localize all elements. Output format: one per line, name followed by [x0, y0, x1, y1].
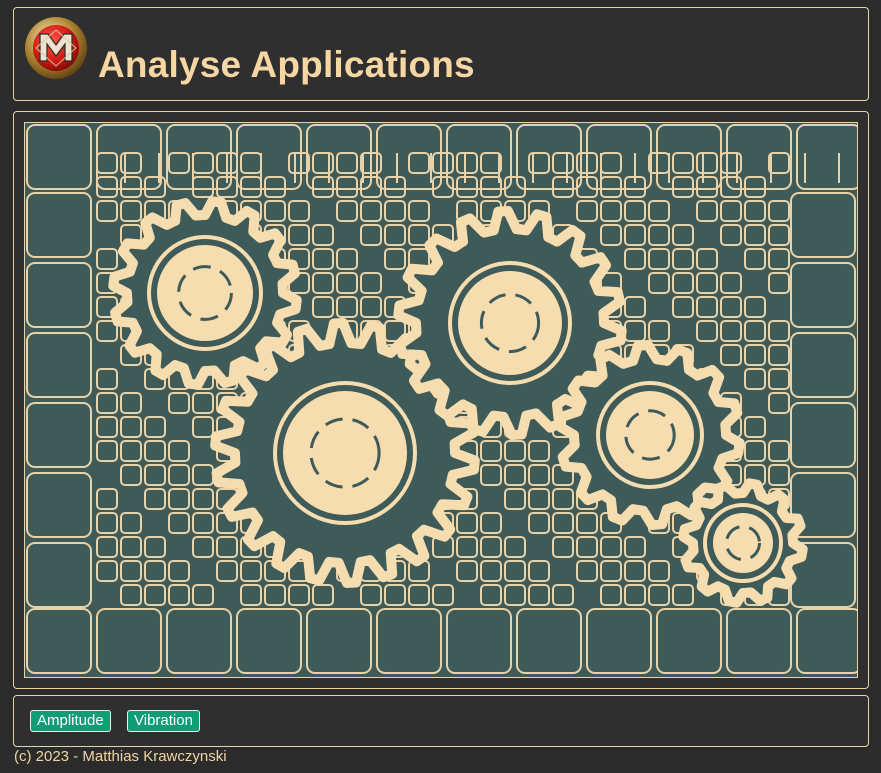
actions-panel: Amplitude Vibration [13, 695, 869, 747]
header-panel: Analyse Applications [13, 7, 869, 101]
copyright-footer: (c) 2023 - Matthias Krawczynski [14, 748, 227, 765]
gears-illustration [24, 122, 862, 678]
page-title: Analyse Applications [98, 44, 475, 85]
vibration-button[interactable]: Vibration [127, 710, 200, 732]
main-panel [13, 111, 869, 689]
gear-icon [678, 478, 808, 608]
mk-logo [24, 16, 88, 80]
amplitude-button[interactable]: Amplitude [30, 710, 111, 732]
